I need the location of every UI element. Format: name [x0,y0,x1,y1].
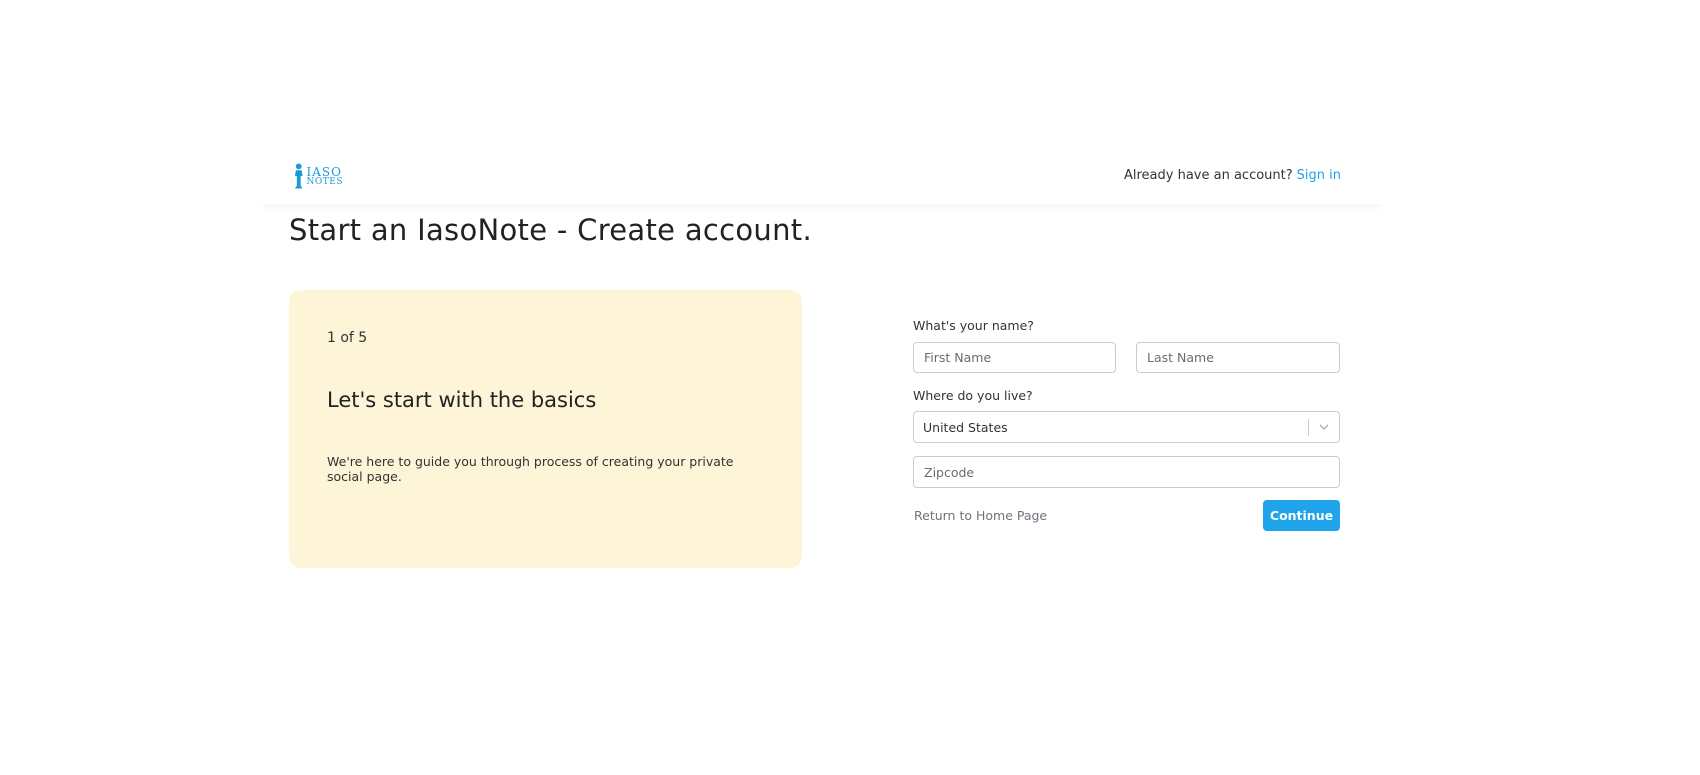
account-prompt-text: Already have an account? [1123,168,1293,183]
signin-prompt: Already have an account? Sign in [1124,168,1341,183]
select-separator [1308,419,1309,436]
logo-line-1: IASO [306,164,342,179]
chevron-down-icon[interactable] [1317,420,1331,434]
page-title: Start an IasoNote - Create account. [289,213,812,247]
statue-logo-icon [294,163,303,189]
return-home-link[interactable]: Return to Home Page [914,508,1047,523]
zipcode-input[interactable] [913,456,1340,488]
first-name-input[interactable] [913,342,1116,373]
logo-wordmark: IASO NOTES [307,166,344,187]
step-indicator: 1 of 5 [327,330,368,346]
logo-line-2: NOTES [306,176,343,187]
location-label: Where do you live? [913,388,1033,403]
top-header: IASO NOTES Already have an account? Sign … [260,146,1384,204]
country-selected-value: United States [923,419,1008,435]
country-select[interactable]: United States [913,411,1340,443]
step-info-card: 1 of 5 Let's start with the basics We're… [289,290,802,568]
name-label: What's your name? [913,318,1034,333]
continue-button[interactable]: Continue [1263,500,1340,531]
sign-in-link[interactable]: Sign in [1297,168,1341,183]
iasonotes-logo[interactable]: IASO NOTES [293,160,343,192]
card-description: We're here to guide you through process … [327,454,734,484]
card-heading: Let's start with the basics [327,388,597,412]
last-name-input[interactable] [1136,342,1340,373]
